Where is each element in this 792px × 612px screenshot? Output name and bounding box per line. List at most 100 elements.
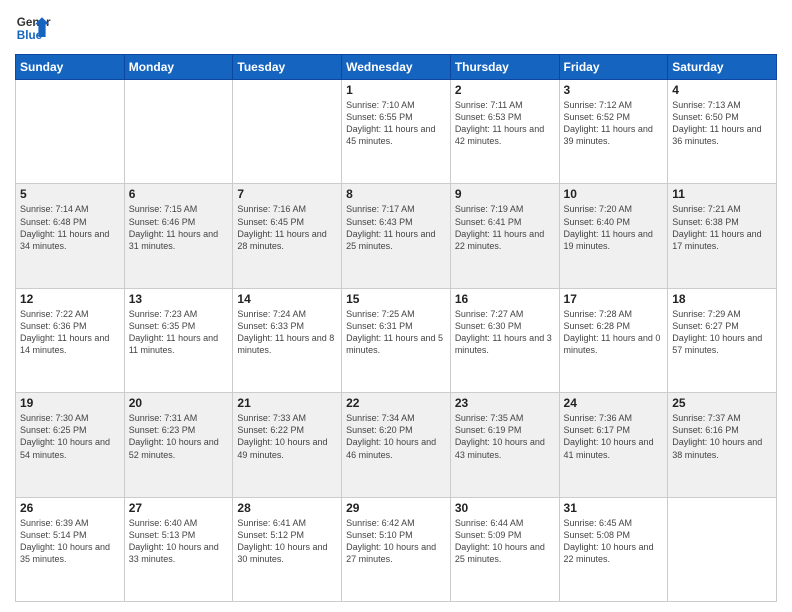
calendar-cell: 2Sunrise: 7:11 AM Sunset: 6:53 PM Daylig… — [450, 80, 559, 184]
weekday-header-tuesday: Tuesday — [233, 55, 342, 80]
day-info: Sunrise: 7:30 AM Sunset: 6:25 PM Dayligh… — [20, 412, 120, 461]
day-info: Sunrise: 6:44 AM Sunset: 5:09 PM Dayligh… — [455, 517, 555, 566]
day-number: 17 — [564, 292, 664, 306]
day-number: 26 — [20, 501, 120, 515]
day-number: 18 — [672, 292, 772, 306]
day-info: Sunrise: 7:15 AM Sunset: 6:46 PM Dayligh… — [129, 203, 229, 252]
calendar-cell: 10Sunrise: 7:20 AM Sunset: 6:40 PM Dayli… — [559, 184, 668, 288]
calendar-cell: 20 Sunrise: 7:31 AM Sunset: 6:23 PM Dayli… — [124, 393, 233, 497]
day-number: 6 — [129, 187, 229, 201]
day-info: Sunrise: 7:14 AM Sunset: 6:48 PM Dayligh… — [20, 203, 120, 252]
day-number: 23 — [455, 396, 555, 410]
day-info: Sunrise: 7:25 AM Sunset: 6:31 PM Dayligh… — [346, 308, 446, 357]
day-number: 16 — [455, 292, 555, 306]
day-number: 19 — [20, 396, 120, 410]
day-info: Sunrise: 6:45 AM Sunset: 5:08 PM Dayligh… — [564, 517, 664, 566]
day-info: Sunrise: 7:22 AM Sunset: 6:36 PM Dayligh… — [20, 308, 120, 357]
day-number: 20 — [129, 396, 229, 410]
calendar-cell: 17 Sunrise: 7:28 AM Sunset: 6:28 PM Dayli… — [559, 288, 668, 392]
calendar-cell: 8Sunrise: 7:17 AM Sunset: 6:43 PM Daylig… — [342, 184, 451, 288]
calendar-cell: 27Sunrise: 6:40 AM Sunset: 5:13 PM Dayli… — [124, 497, 233, 601]
calendar-cell: 29 Sunrise: 6:42 AM Sunset: 5:10 PM Dayli… — [342, 497, 451, 601]
header: General Blue — [15, 10, 777, 46]
day-info: Sunrise: 7:27 AM Sunset: 6:30 PM Dayligh… — [455, 308, 555, 357]
day-number: 29 — [346, 501, 446, 515]
calendar-cell: 12Sunrise: 7:22 AM Sunset: 6:36 PM Dayli… — [16, 288, 125, 392]
calendar-cell: 14 Sunrise: 7:24 AM Sunset: 6:33 PM Dayli… — [233, 288, 342, 392]
day-info: Sunrise: 7:34 AM Sunset: 6:20 PM Dayligh… — [346, 412, 446, 461]
calendar-week-row: 19 Sunrise: 7:30 AM Sunset: 6:25 PM Dayli… — [16, 393, 777, 497]
day-info: Sunrise: 6:39 AM Sunset: 5:14 PM Dayligh… — [20, 517, 120, 566]
calendar-cell — [16, 80, 125, 184]
day-number: 22 — [346, 396, 446, 410]
calendar-cell: 1Sunrise: 7:10 AM Sunset: 6:55 PM Daylig… — [342, 80, 451, 184]
day-info: Sunrise: 7:35 AM Sunset: 6:19 PM Dayligh… — [455, 412, 555, 461]
calendar-cell — [668, 497, 777, 601]
day-info: Sunrise: 7:36 AM Sunset: 6:17 PM Dayligh… — [564, 412, 664, 461]
weekday-header-wednesday: Wednesday — [342, 55, 451, 80]
day-number: 31 — [564, 501, 664, 515]
calendar-week-row: 5 Sunrise: 7:14 AM Sunset: 6:48 PM Daylig… — [16, 184, 777, 288]
day-number: 11 — [672, 187, 772, 201]
calendar-week-row: 1Sunrise: 7:10 AM Sunset: 6:55 PM Daylig… — [16, 80, 777, 184]
day-number: 25 — [672, 396, 772, 410]
day-info: Sunrise: 6:42 AM Sunset: 5:10 PM Dayligh… — [346, 517, 446, 566]
calendar-cell: 9Sunrise: 7:19 AM Sunset: 6:41 PM Daylig… — [450, 184, 559, 288]
day-info: Sunrise: 7:37 AM Sunset: 6:16 PM Dayligh… — [672, 412, 772, 461]
calendar-cell: 22 Sunrise: 7:34 AM Sunset: 6:20 PM Dayli… — [342, 393, 451, 497]
day-number: 1 — [346, 83, 446, 97]
day-info: Sunrise: 7:28 AM Sunset: 6:28 PM Dayligh… — [564, 308, 664, 357]
day-info: Sunrise: 7:33 AM Sunset: 6:22 PM Dayligh… — [237, 412, 337, 461]
day-number: 14 — [237, 292, 337, 306]
day-number: 2 — [455, 83, 555, 97]
day-info: Sunrise: 7:12 AM Sunset: 6:52 PM Dayligh… — [564, 99, 664, 148]
day-info: Sunrise: 7:13 AM Sunset: 6:50 PM Dayligh… — [672, 99, 772, 148]
calendar-cell: 7Sunrise: 7:16 AM Sunset: 6:45 PM Daylig… — [233, 184, 342, 288]
calendar-table: SundayMondayTuesdayWednesdayThursdayFrid… — [15, 54, 777, 602]
calendar-week-row: 26 Sunrise: 6:39 AM Sunset: 5:14 PM Dayli… — [16, 497, 777, 601]
calendar-cell: 21 Sunrise: 7:33 AM Sunset: 6:22 PM Dayli… — [233, 393, 342, 497]
calendar-cell — [124, 80, 233, 184]
day-number: 4 — [672, 83, 772, 97]
logo-icon: General Blue — [15, 10, 51, 46]
weekday-header-thursday: Thursday — [450, 55, 559, 80]
day-info: Sunrise: 7:21 AM Sunset: 6:38 PM Dayligh… — [672, 203, 772, 252]
calendar-cell: 3 Sunrise: 7:12 AM Sunset: 6:52 PM Daylig… — [559, 80, 668, 184]
day-number: 7 — [237, 187, 337, 201]
calendar-cell: 25 Sunrise: 7:37 AM Sunset: 6:16 PM Dayli… — [668, 393, 777, 497]
weekday-header-row: SundayMondayTuesdayWednesdayThursdayFrid… — [16, 55, 777, 80]
day-info: Sunrise: 7:24 AM Sunset: 6:33 PM Dayligh… — [237, 308, 337, 357]
calendar-cell: 24 Sunrise: 7:36 AM Sunset: 6:17 PM Dayli… — [559, 393, 668, 497]
calendar-cell: 30Sunrise: 6:44 AM Sunset: 5:09 PM Dayli… — [450, 497, 559, 601]
calendar-cell: 26 Sunrise: 6:39 AM Sunset: 5:14 PM Dayli… — [16, 497, 125, 601]
day-info: Sunrise: 7:31 AM Sunset: 6:23 PM Dayligh… — [129, 412, 229, 461]
calendar-cell: 18 Sunrise: 7:29 AM Sunset: 6:27 PM Dayli… — [668, 288, 777, 392]
weekday-header-saturday: Saturday — [668, 55, 777, 80]
day-number: 24 — [564, 396, 664, 410]
day-number: 5 — [20, 187, 120, 201]
weekday-header-monday: Monday — [124, 55, 233, 80]
logo: General Blue — [15, 10, 53, 46]
weekday-header-friday: Friday — [559, 55, 668, 80]
calendar-cell: 19 Sunrise: 7:30 AM Sunset: 6:25 PM Dayli… — [16, 393, 125, 497]
calendar-cell: 15 Sunrise: 7:25 AM Sunset: 6:31 PM Dayli… — [342, 288, 451, 392]
day-number: 21 — [237, 396, 337, 410]
day-info: Sunrise: 7:23 AM Sunset: 6:35 PM Dayligh… — [129, 308, 229, 357]
day-number: 10 — [564, 187, 664, 201]
day-info: Sunrise: 7:17 AM Sunset: 6:43 PM Dayligh… — [346, 203, 446, 252]
calendar-cell: 31 Sunrise: 6:45 AM Sunset: 5:08 PM Dayli… — [559, 497, 668, 601]
calendar-cell: 23 Sunrise: 7:35 AM Sunset: 6:19 PM Dayli… — [450, 393, 559, 497]
calendar-cell: 5 Sunrise: 7:14 AM Sunset: 6:48 PM Daylig… — [16, 184, 125, 288]
calendar-cell: 13Sunrise: 7:23 AM Sunset: 6:35 PM Dayli… — [124, 288, 233, 392]
calendar-cell: 16 Sunrise: 7:27 AM Sunset: 6:30 PM Dayli… — [450, 288, 559, 392]
calendar-cell: 6 Sunrise: 7:15 AM Sunset: 6:46 PM Daylig… — [124, 184, 233, 288]
calendar-cell: 28Sunrise: 6:41 AM Sunset: 5:12 PM Dayli… — [233, 497, 342, 601]
day-number: 3 — [564, 83, 664, 97]
calendar-cell: 11 Sunrise: 7:21 AM Sunset: 6:38 PM Dayli… — [668, 184, 777, 288]
weekday-header-sunday: Sunday — [16, 55, 125, 80]
day-info: Sunrise: 7:29 AM Sunset: 6:27 PM Dayligh… — [672, 308, 772, 357]
day-info: Sunrise: 6:41 AM Sunset: 5:12 PM Dayligh… — [237, 517, 337, 566]
day-info: Sunrise: 6:40 AM Sunset: 5:13 PM Dayligh… — [129, 517, 229, 566]
calendar-cell: 4 Sunrise: 7:13 AM Sunset: 6:50 PM Daylig… — [668, 80, 777, 184]
day-number: 15 — [346, 292, 446, 306]
